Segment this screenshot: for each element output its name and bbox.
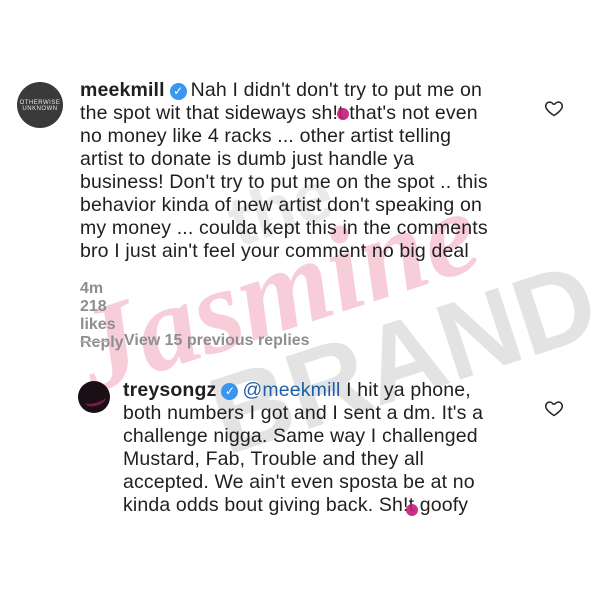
comment-line: kinda odds bout giving back. Sh!t goofy [123,494,469,516]
comment-body-treysongz: treysongz ✓ @meekmill I hit ya phone, both… [123,379,553,517]
comment-line: no money like 4 racks ... other artist t… [80,125,452,147]
comment-line: the spot wit that sideways sh!t that's n… [80,102,478,124]
comment-likes[interactable]: 218 likes [80,298,116,333]
avatar-text: OTHERWISE UNKNOWN [19,100,61,112]
verified-badge-icon: ✓ [169,83,187,100]
comment-line: Mustard, Fab, Trouble and they all [123,448,425,470]
comment-line: I hit ya phone, [346,379,471,401]
comment-line: my money ... coulda kept this in the com… [80,217,488,239]
comment-line: accepted. We ain't even sposta be at no [123,471,475,493]
avatar-treysongz[interactable] [78,381,110,413]
comment-line: both numbers I got and I sent a dm. It's… [123,402,484,424]
comment-time: 4m [80,280,104,297]
comment-line: Nah I didn't don't try to put me on [190,79,482,101]
comment-line: challenge nigga. Same way I challenged [123,425,478,447]
heart-icon[interactable] [544,398,564,418]
comment-line: business! Don't try to put me on the spo… [80,171,488,193]
comment-body-meekmill: meekmill ✓ Nah I didn't don't try to put m… [80,79,550,263]
censor-blot [337,108,349,120]
heart-icon[interactable] [544,98,564,118]
replies-divider [80,340,110,342]
verified-badge-icon: ✓ [221,383,239,400]
mention-meekmill[interactable]: @meekmill [242,379,340,401]
username-meekmill[interactable]: meekmill [80,79,165,101]
username-treysongz[interactable]: treysongz [123,379,216,401]
avatar-meekmill[interactable]: OTHERWISE UNKNOWN [17,82,63,128]
comment-line: bro I just ain't feel your comment no bi… [80,240,469,262]
censor-blot [406,504,418,516]
comment-line: behavior kinda of new artist don't speak… [80,194,482,216]
view-previous-replies[interactable]: View 15 previous replies [80,332,310,350]
view-replies-label[interactable]: View 15 previous replies [124,332,310,350]
comment-line: artist to donate is dumb just handle ya [80,148,415,170]
